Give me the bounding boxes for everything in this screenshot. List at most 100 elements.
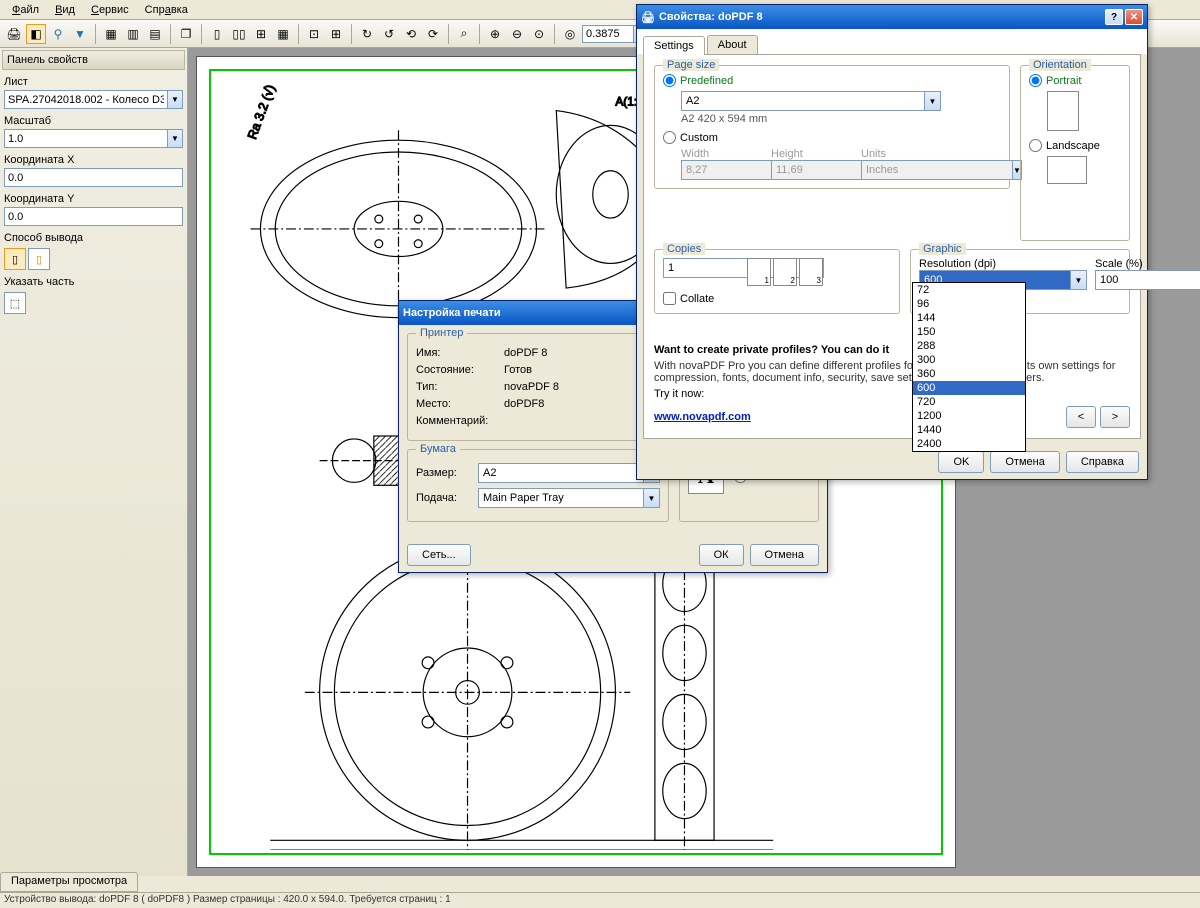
properties-panel: Панель свойств Лист ▼ Масштаб ▼ Координа… <box>0 48 188 876</box>
zoom-input[interactable] <box>582 25 634 43</box>
portrait-icon <box>1047 91 1079 131</box>
tab-settings[interactable]: Settings <box>643 36 705 55</box>
pagesize-combo[interactable] <box>681 91 925 111</box>
funnel-icon[interactable]: ▼ <box>70 24 90 44</box>
units-combo <box>861 160 1013 180</box>
zoomout-icon[interactable]: ⊖ <box>507 24 527 44</box>
chevron-down-icon[interactable]: ▼ <box>168 129 183 148</box>
scale-pct-input[interactable] <box>1095 270 1200 290</box>
dpi-option[interactable]: 2400 <box>913 437 1025 451</box>
dpi-option[interactable]: 600 <box>913 381 1025 395</box>
chevron-down-icon[interactable]: ▼ <box>1071 270 1087 290</box>
resolution-label: Resolution (dpi) <box>919 258 1087 270</box>
width-label: Width <box>681 148 761 160</box>
chevron-down-icon[interactable]: ▼ <box>925 91 941 111</box>
print-dlg-title-text: Настройка печати <box>403 307 501 319</box>
coordx-input[interactable] <box>4 168 183 187</box>
chevron-down-icon[interactable]: ▼ <box>644 488 660 508</box>
dpi-option[interactable]: 1200 <box>913 409 1025 423</box>
copy3-icon <box>799 258 823 286</box>
cancel-button[interactable]: Отмена <box>750 544 819 566</box>
menu-file[interactable]: ФФайлайл <box>4 2 47 18</box>
dpi-option[interactable]: 300 <box>913 353 1025 367</box>
layers-icon[interactable]: ❐ <box>176 24 196 44</box>
zoomreset-icon[interactable]: ◎ <box>560 24 580 44</box>
sheet-input[interactable] <box>4 90 168 109</box>
size-combo[interactable] <box>478 463 644 483</box>
ok-button[interactable]: ОК <box>699 544 744 566</box>
rotate1-icon[interactable]: ↻ <box>357 24 377 44</box>
cancel-button[interactable]: Отмена <box>990 451 1059 473</box>
fit2-icon[interactable]: ⊞ <box>326 24 346 44</box>
name-value: doPDF 8 <box>504 347 547 359</box>
prev-button[interactable]: < <box>1066 406 1096 428</box>
dpi-option[interactable]: 360 <box>913 367 1025 381</box>
zoomin-icon[interactable]: ⊕ <box>485 24 505 44</box>
promo-link[interactable]: www.novapdf.com <box>654 411 751 423</box>
help-window-button[interactable]: ? <box>1105 9 1123 25</box>
print-icon[interactable]: 🖨 <box>4 24 24 44</box>
dpi-option[interactable]: 144 <box>913 311 1025 325</box>
next-button[interactable]: > <box>1100 406 1130 428</box>
state-label: Состояние: <box>416 364 496 376</box>
dpi-option[interactable]: 96 <box>913 297 1025 311</box>
svg-text:Ra 3.2 (√): Ra 3.2 (√) <box>244 83 278 142</box>
chevron-down-icon[interactable]: ▼ <box>168 90 183 109</box>
page1-icon[interactable]: ▯ <box>207 24 227 44</box>
close-window-button[interactable]: ✕ <box>1125 9 1143 25</box>
scale-label: Масштаб <box>4 115 183 127</box>
dpi-option[interactable]: 72 <box>913 283 1025 297</box>
paper-legend: Бумага <box>416 443 460 455</box>
resolution-dropdown-list[interactable]: 7296144150288300360600720120014402400 <box>912 282 1026 452</box>
grid1-icon[interactable]: ▦ <box>101 24 121 44</box>
tool-icon[interactable]: ◧ <box>26 24 46 44</box>
copy2-icon <box>773 258 797 286</box>
menu-help[interactable]: Справка <box>137 2 196 18</box>
feed-label: Подача: <box>416 492 470 504</box>
zoomfit-icon[interactable]: ⊙ <box>529 24 549 44</box>
filter-icon[interactable]: ⚲ <box>48 24 68 44</box>
collate-checkbox[interactable]: Collate <box>663 292 891 305</box>
ok-button[interactable]: OK <box>938 451 984 473</box>
feed-combo[interactable] <box>478 488 644 508</box>
scale-input[interactable] <box>4 129 168 148</box>
page2-icon[interactable]: ▯▯ <box>229 24 249 44</box>
fit1-icon[interactable]: ⊡ <box>304 24 324 44</box>
output-mode-label: Способ вывода <box>4 232 183 244</box>
sheet-label: Лист <box>4 76 183 88</box>
landscape-radio[interactable]: Landscape <box>1029 139 1121 152</box>
rotate3-icon[interactable]: ⟲ <box>401 24 421 44</box>
dpi-option[interactable]: 720 <box>913 395 1025 409</box>
statusbar: Устройство вывода: doPDF 8 ( doPDF8 ) Ра… <box>0 892 1200 908</box>
custom-radio[interactable]: Custom <box>663 131 1001 144</box>
page3-icon[interactable]: ▦ <box>273 24 293 44</box>
grid2-icon[interactable]: ▥ <box>123 24 143 44</box>
outmode2-icon[interactable]: ▯ <box>28 248 50 270</box>
network-button[interactable]: Сеть... <box>407 544 471 566</box>
select-part-icon[interactable]: ⬚ <box>4 292 26 314</box>
panel-title: Панель свойств <box>2 50 185 70</box>
props-dlg-title[interactable]: 🖨 Свойства: doPDF 8 ? ✕ <box>637 5 1147 29</box>
zoomwin-icon[interactable]: ⌕ <box>454 24 474 44</box>
page4-icon[interactable]: ⊞ <box>251 24 271 44</box>
rotate4-icon[interactable]: ⟳ <box>423 24 443 44</box>
grid3-icon[interactable]: ▤ <box>145 24 165 44</box>
rotate2-icon[interactable]: ↺ <box>379 24 399 44</box>
printer-legend: Принтер <box>416 327 467 339</box>
tab-view-params[interactable]: Параметры просмотра <box>0 872 138 892</box>
tab-about[interactable]: About <box>707 35 758 54</box>
landscape-icon <box>1047 156 1087 184</box>
dpi-option[interactable]: 150 <box>913 325 1025 339</box>
dpi-option[interactable]: 1440 <box>913 423 1025 437</box>
portrait-radio[interactable]: Portrait <box>1029 74 1121 87</box>
coordy-input[interactable] <box>4 207 183 226</box>
height-label: Height <box>771 148 851 160</box>
help-button[interactable]: Справка <box>1066 451 1139 473</box>
menu-view[interactable]: Вид <box>47 2 83 18</box>
menu-service[interactable]: Сервис <box>83 2 137 18</box>
outmode1-icon[interactable]: ▯ <box>4 248 26 270</box>
dpi-option[interactable]: 288 <box>913 339 1025 353</box>
place-value: doPDF8 <box>504 398 544 410</box>
predefined-radio[interactable]: Predefined <box>663 74 1001 87</box>
page-dims: A2 420 x 594 mm <box>681 113 1001 125</box>
